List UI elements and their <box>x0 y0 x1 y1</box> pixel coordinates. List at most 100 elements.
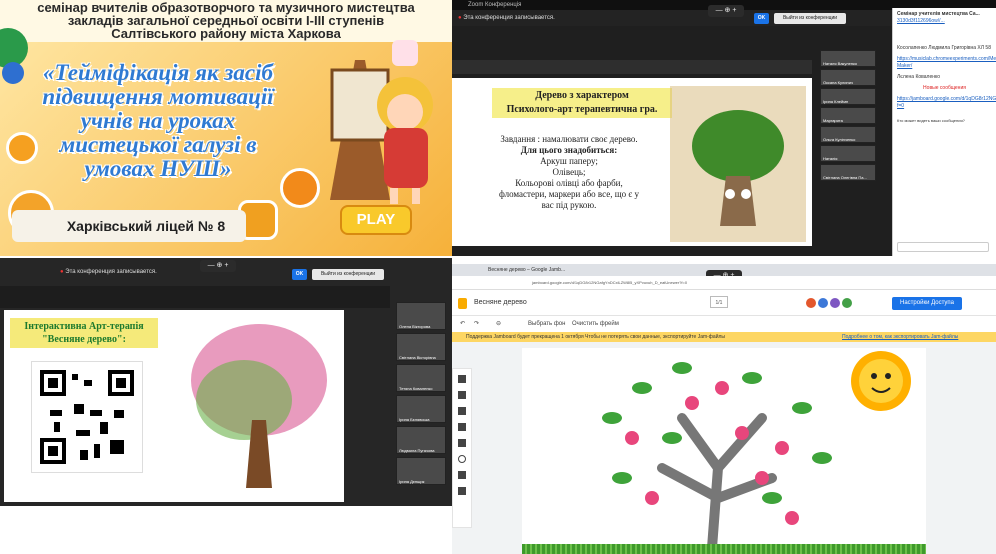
participant-name: Світлана Вікторівна <box>399 355 436 360</box>
zoom-controls[interactable]: — ⊕ + <box>708 5 744 17</box>
share-settings-button[interactable]: Настройки Доступа <box>892 297 962 310</box>
avatar[interactable] <box>830 298 840 308</box>
shape-tool-icon[interactable] <box>458 455 466 463</box>
zoom-out-icon[interactable]: ⊖ <box>496 316 501 332</box>
recording-text: Эта конференция записывается. <box>65 269 157 275</box>
participant-tile[interactable]: Людмила Пугачова <box>396 426 446 454</box>
drawing-tools <box>452 368 472 528</box>
header-line: Салтівського району міста Харкова <box>111 26 341 41</box>
participant-name: Тетяна Коваленко <box>399 386 433 391</box>
participants-panel: Наталя Вакуленко Оксана Кулинич Ірина Кл… <box>820 50 878 256</box>
undo-icon[interactable]: ↶ <box>460 316 465 332</box>
chat-link[interactable]: https://jamboard.google.com/d/1qDG8r12NG… <box>897 96 996 110</box>
participant-tile[interactable]: Тетяна Коваленко <box>396 364 446 392</box>
girl-painting-illustration <box>330 60 433 204</box>
slide-line: Для цього знадобиться: <box>520 145 618 155</box>
clear-frame-button[interactable]: Очистить фрейм <box>572 316 619 332</box>
participant-tile[interactable]: Маргарита <box>820 107 876 124</box>
set-background-button[interactable]: Выбрать фон <box>528 316 565 332</box>
slide-title: Дерево з характером Психолого-арт терапе… <box>492 88 672 118</box>
title-line: «Тейміфікація як засіб <box>43 60 273 85</box>
chat-input[interactable] <box>897 242 989 252</box>
qr-code-image <box>40 370 134 464</box>
qr-code[interactable] <box>31 361 143 473</box>
url-text: jamboard.google.com/d/1qDG8r12NGafgYnDCx… <box>532 280 688 285</box>
tab-title: Весняне дерево – Google Jamb... <box>488 267 566 273</box>
title-line: мистецької галузі в <box>59 132 257 157</box>
new-messages-separator: Новые сообщения <box>923 85 966 91</box>
participant-tile[interactable]: Ірина Бєлявська <box>396 395 446 423</box>
participant-tile[interactable]: Олена Вікторова <box>396 302 446 330</box>
play-button[interactable]: PLAY <box>340 205 412 235</box>
address-bar[interactable]: jamboard.google.com/d/1qDG8r12NGafgYnDCx… <box>452 276 996 290</box>
sticky-note-icon[interactable] <box>458 423 466 431</box>
slide-line: Аркуш паперу; <box>540 156 598 166</box>
trophy-icon <box>280 168 320 208</box>
frame-counter[interactable]: 1/1 <box>710 296 728 308</box>
eraser-tool-icon[interactable] <box>458 391 466 399</box>
slide-body: Завдання : намалювати своє дерево. Для ц… <box>476 134 662 211</box>
participant-name: Ірина Дєнщик <box>399 479 425 484</box>
zoom-controls[interactable]: — ⊕ + <box>200 260 236 272</box>
pen-tool-icon[interactable] <box>458 375 466 383</box>
participant-tile[interactable]: Оксана Кулинич <box>820 69 876 86</box>
redo-icon[interactable]: ↷ <box>474 316 479 332</box>
participant-name: Світлана Олегівна Па... <box>823 175 867 180</box>
participant-tile[interactable]: Наталія <box>820 145 876 162</box>
chat-author: Лєлена Коваленко <box>897 74 941 80</box>
participant-name: Ольга Кулінченко <box>823 137 856 142</box>
ok-button[interactable]: OK <box>754 13 769 24</box>
participant-tile[interactable]: Ірина Дєнщик <box>396 457 446 485</box>
slide-title-line: Дерево з характером <box>535 90 629 101</box>
zoom-window-1: Zoom Конференція ● Эта конференция запис… <box>452 0 996 256</box>
slide-line: Кольорові олівці або фарби, <box>515 178 623 188</box>
chat-title: Семінар учителів мистецтва Са... <box>897 11 980 17</box>
spring-tree-illustration <box>191 324 327 488</box>
presenter-toolbar <box>0 286 390 308</box>
participant-name: Оксана Кулинич <box>823 80 854 85</box>
shared-slide: Інтерактивна Арт-терапія "Весняне дерево… <box>4 310 344 502</box>
jamboard-window: Весняне дерево – Google Jamb... — ⊕ + ja… <box>452 264 996 554</box>
shared-slide: Дерево з характером Психолого-арт терапе… <box>452 78 812 246</box>
banner-text: Поддержка Jamboard будет прекращена 1 ок… <box>466 334 725 340</box>
avatar[interactable] <box>818 298 828 308</box>
leave-meeting-button[interactable]: Выйти из конференции <box>774 13 846 24</box>
slide-line: Олівець; <box>552 167 586 177</box>
slide-line: Завдання : намалювати своє дерево. <box>500 134 638 144</box>
chat-link[interactable]: 3130d3f112696ow//... <box>897 18 992 25</box>
textbox-tool-icon[interactable] <box>458 471 466 479</box>
board-name[interactable]: Весняне дерево <box>474 290 527 316</box>
participant-name: Ірина Бєлявська <box>399 417 430 422</box>
tree-illustration <box>670 86 806 242</box>
jamboard-logo-icon <box>458 298 467 309</box>
recording-text: Эта конференция записывается. <box>463 15 555 21</box>
seminar-banner: семінар вчителів образотворчого та музич… <box>0 0 452 256</box>
participant-name: Наталія <box>823 156 838 161</box>
participant-tile[interactable]: Світлана Вікторівна <box>396 333 446 361</box>
participant-tile[interactable]: Ірина Клеймн <box>820 88 876 105</box>
banner-link[interactable]: Подробнее о том, как экспортировать Jam-… <box>842 332 958 342</box>
chat-hint: Кто может видеть ваши сообщения? <box>897 118 965 123</box>
title-line: підвищення мотивації <box>42 84 274 109</box>
sun-sticker <box>851 351 911 411</box>
zoom-window-2: ● Эта конференция записывается. — ⊕ + OK… <box>0 258 452 506</box>
chat-panel: Семінар учителів мистецтва Са... 3130d3f… <box>892 8 996 256</box>
leave-meeting-button[interactable]: Выйти из конференции <box>312 269 384 280</box>
participant-name: Ірина Клеймн <box>823 99 849 104</box>
participant-name: Людмила Пугачова <box>399 448 435 453</box>
laser-tool-icon[interactable] <box>458 487 466 495</box>
slide-title: Інтерактивна Арт-терапія "Весняне дерево… <box>10 318 158 348</box>
participant-tile[interactable]: Ольга Кулінченко <box>820 126 876 143</box>
participants-panel: Олена Вікторова Світлана Вікторівна Тетя… <box>396 302 448 488</box>
select-tool-icon[interactable] <box>458 407 466 415</box>
slide-title-line: Психолого-арт терапевтична гра. <box>506 104 658 115</box>
avatar[interactable] <box>806 298 816 308</box>
participant-tile[interactable]: Наталя Вакуленко <box>820 50 876 67</box>
image-tool-icon[interactable] <box>458 439 466 447</box>
ok-button[interactable]: OK <box>292 269 307 280</box>
participant-tile[interactable]: Світлана Олегівна Па... <box>820 164 876 181</box>
slide-title-line: "Весняне дерево": <box>42 334 126 345</box>
chat-link[interactable]: https://musiclab.chromeexperiments.com/M… <box>897 56 996 70</box>
avatar[interactable] <box>842 298 852 308</box>
seminar-title: «Тейміфікація як засіб підвищення мотива… <box>8 60 308 181</box>
